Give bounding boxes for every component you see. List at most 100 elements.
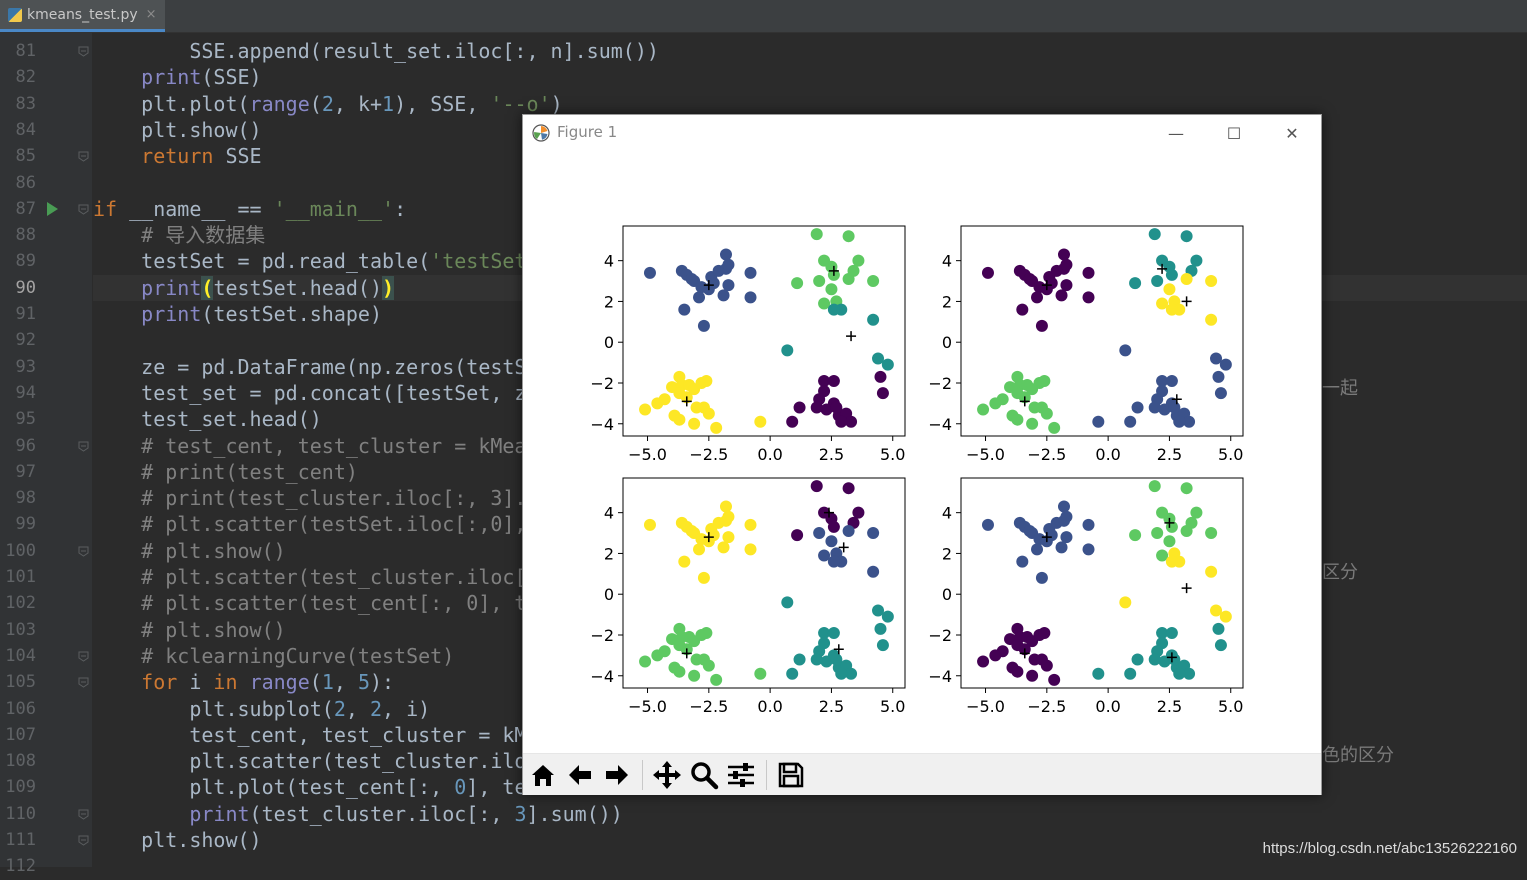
- code-token: # test_cent, test_cluster = kMea: [93, 433, 527, 458]
- y-tick-label: −4: [928, 415, 952, 434]
- window-titlebar[interactable]: Figure 1 — ☐ ✕: [523, 115, 1321, 151]
- code-line[interactable]: plt.plot(range(2, k+1), SSE, '--o'): [93, 91, 563, 117]
- arrow-left-icon: [569, 764, 591, 785]
- code-token: # plt.scatter(test_cent[:, 0], t: [93, 591, 527, 616]
- code-line[interactable]: # 导入数据集: [93, 222, 265, 248]
- tab-kmeans-test[interactable]: kmeans_test.py ×: [0, 0, 165, 32]
- close-button[interactable]: ✕: [1263, 115, 1321, 151]
- scatter-point: [1011, 639, 1024, 652]
- scatter-point: [1212, 370, 1225, 383]
- line-number: 101: [5, 567, 36, 587]
- scatter-point: [643, 518, 656, 531]
- code-token: 'testSet: [430, 249, 527, 274]
- code-line[interactable]: # kclearningCurve(testSet): [93, 643, 454, 669]
- code-line[interactable]: if __name__ == '__main__':: [93, 196, 406, 222]
- code-token: ): [550, 91, 563, 116]
- scatter-point: [1214, 639, 1227, 652]
- line-number: 82: [15, 67, 36, 88]
- code-line[interactable]: test_set.head(): [93, 406, 322, 432]
- matplotlib-logo-icon: [532, 124, 550, 142]
- navigation-toolbar: [523, 753, 1321, 795]
- line-number: 102: [5, 593, 36, 614]
- scatter-point: [810, 228, 823, 241]
- code-line[interactable]: # test_cent, test_cluster = kMea: [93, 433, 526, 459]
- minimize-button[interactable]: —: [1147, 115, 1205, 151]
- code-line[interactable]: # plt.show(): [93, 538, 286, 564]
- line-number: 96: [15, 435, 36, 456]
- code-line[interactable]: plt.show(): [93, 117, 261, 143]
- scatter-point: [1026, 417, 1039, 430]
- scatter-point: [1219, 610, 1232, 623]
- zoom-button[interactable]: [686, 757, 722, 793]
- fold-marker-icon[interactable]: [78, 46, 89, 57]
- tab-close-icon[interactable]: ×: [146, 7, 157, 22]
- code-line[interactable]: print(SSE): [93, 64, 261, 90]
- run-gutter-icon[interactable]: [47, 201, 58, 216]
- x-tick-label: 0.0: [757, 697, 782, 716]
- code-token: plt.plot(: [93, 91, 250, 116]
- code-line[interactable]: for i in range(1, 5):: [93, 669, 394, 695]
- scatter-point: [810, 480, 823, 493]
- maximize-button[interactable]: ☐: [1205, 115, 1263, 151]
- code-line[interactable]: # print(test_cluster.iloc[:, 3].: [93, 485, 526, 511]
- line-number: 85: [15, 146, 36, 167]
- fold-marker-icon[interactable]: [78, 546, 89, 557]
- code-line[interactable]: test_set = pd.concat([testSet, z: [93, 380, 526, 406]
- code-line[interactable]: testSet = pd.read_table('testSet: [93, 248, 526, 274]
- code-line[interactable]: print(testSet.shape): [93, 301, 382, 327]
- code-token: return: [141, 144, 214, 169]
- scatter-point: [827, 626, 840, 639]
- scatter-point: [1016, 555, 1029, 568]
- scatter-point: [722, 531, 735, 544]
- scatter-point: [830, 401, 843, 414]
- line-number: 90: [15, 277, 36, 298]
- code-line[interactable]: plt.subplot(2, 2, i): [93, 696, 430, 722]
- fold-marker-icon[interactable]: [78, 204, 89, 215]
- scatter-point: [1168, 653, 1181, 666]
- code-token: :: [394, 196, 407, 221]
- floppy-disk-icon: [778, 762, 804, 787]
- scatter-point: [867, 313, 880, 326]
- back-button[interactable]: [562, 757, 598, 793]
- fold-marker-icon[interactable]: [78, 809, 89, 820]
- scatter-point: [1060, 279, 1073, 292]
- background-text-fragment: 区分: [1322, 562, 1358, 583]
- save-button[interactable]: [773, 757, 809, 793]
- pan-button[interactable]: [649, 757, 685, 793]
- forward-button[interactable]: [599, 757, 635, 793]
- code-line[interactable]: plt.show(): [93, 827, 261, 853]
- code-line[interactable]: ze = pd.DataFrame(np.zeros(testS: [93, 354, 526, 380]
- figure-canvas[interactable]: −5.0 −2.5 0.0 2.5 5.0 −4 −2 0 2 4 −5.0 −2.5 0.0 2.5 5.…: [523, 151, 1321, 751]
- code-line[interactable]: return SSE: [93, 143, 261, 169]
- code-line[interactable]: plt.scatter(test_cluster.ilo: [93, 748, 526, 774]
- code-line[interactable]: # plt.scatter(testSet.iloc[:,0],: [93, 511, 526, 537]
- code-line[interactable]: print(testSet.head()): [93, 275, 395, 301]
- code-line[interactable]: print(test_cluster.iloc[:, 3].sum()): [93, 801, 623, 827]
- fold-marker-icon[interactable]: [78, 441, 89, 452]
- code-line[interactable]: SSE.append(result_set.iloc[:, n].sum()): [93, 38, 659, 64]
- configure-subplots-button[interactable]: [723, 757, 759, 793]
- scatter-point: [825, 283, 838, 296]
- code-line[interactable]: plt.plot(test_cent[:, 0], te: [93, 774, 526, 800]
- fold-marker-icon[interactable]: [78, 651, 89, 662]
- code-token: # print(test_cent): [93, 459, 358, 484]
- code-line[interactable]: test_cent, test_cluster = kM: [93, 722, 526, 748]
- home-button[interactable]: [525, 757, 561, 793]
- scatter-point: [989, 397, 1002, 410]
- code-line[interactable]: # plt.scatter(test_cluster.iloc[: [93, 564, 526, 590]
- code-line[interactable]: # print(test_cent): [93, 459, 358, 485]
- line-number: 107: [5, 724, 36, 745]
- scatter-point: [881, 610, 894, 623]
- code-line[interactable]: # plt.scatter(test_cent[:, 0], t: [93, 590, 526, 616]
- fold-marker-icon[interactable]: [78, 677, 89, 688]
- tab-filename: kmeans_test.py: [27, 6, 138, 23]
- scatter-point: [827, 303, 840, 316]
- fold-marker-icon[interactable]: [78, 151, 89, 162]
- scatter-point: [1180, 525, 1193, 538]
- fold-marker-icon[interactable]: [78, 835, 89, 846]
- scatter-point: [678, 303, 691, 316]
- code-token: (: [309, 670, 322, 695]
- code-line[interactable]: # plt.show(): [93, 617, 286, 643]
